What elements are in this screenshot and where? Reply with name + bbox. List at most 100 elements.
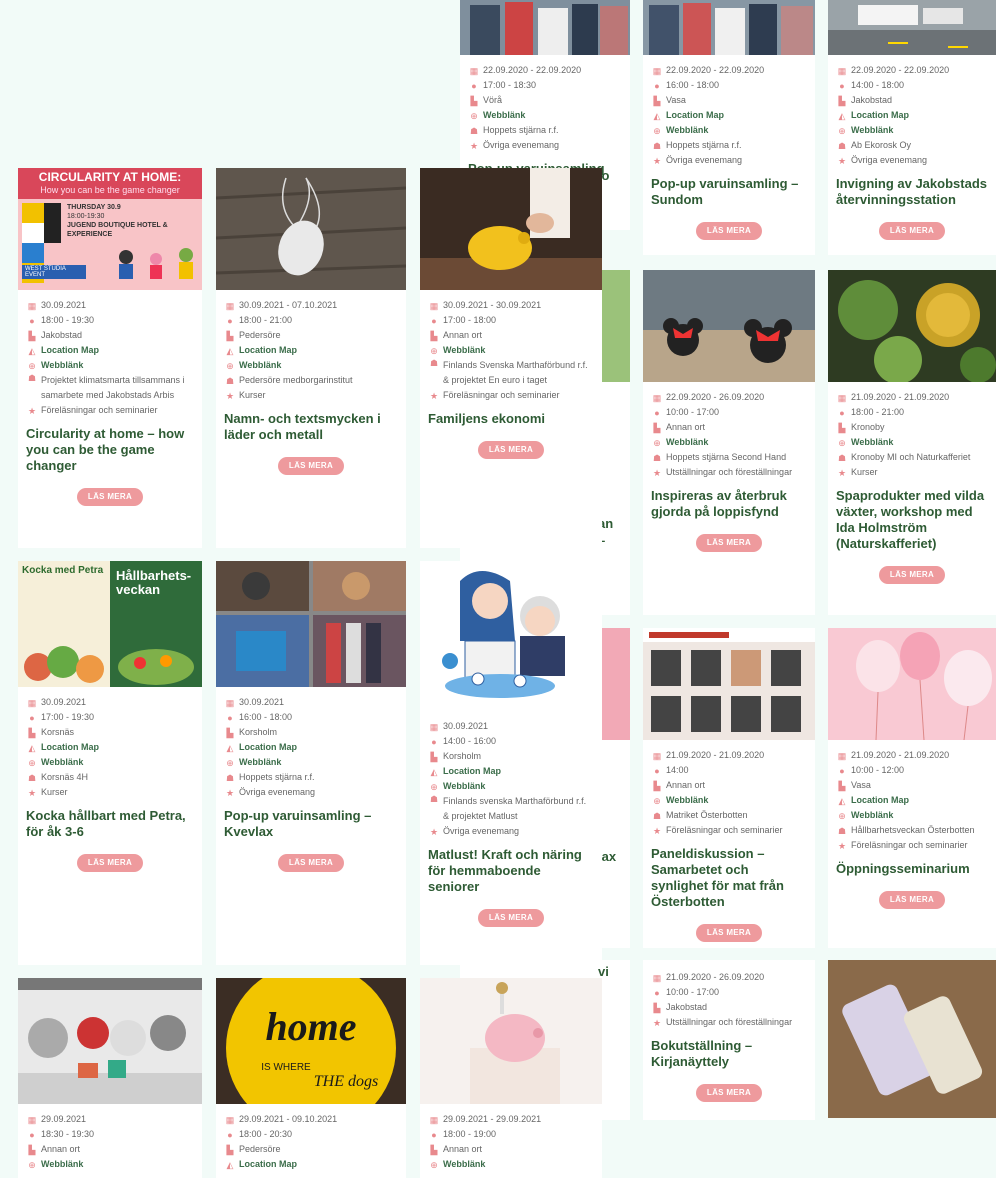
event-location-map[interactable]: ◭ Location Map — [224, 1157, 398, 1172]
clock-icon: ● — [431, 736, 437, 747]
poster-tag: WEST STUDIA EVENT — [22, 265, 87, 279]
event-title[interactable]: Pop-up varuinsamling – Kvevlax — [224, 808, 398, 840]
event-image — [420, 978, 602, 1104]
users-icon: ☗ — [429, 358, 439, 368]
map-icon: ◭ — [226, 1159, 234, 1170]
event-web-link[interactable]: ⊕ Webblänk — [428, 343, 594, 358]
event-time: ● 16:00 - 18:00 — [224, 710, 398, 725]
event-web-link[interactable]: ⊕ Webblänk — [428, 779, 594, 794]
event-web-link[interactable]: ⊕ Webblänk — [224, 358, 398, 373]
event-organizer: ☗ Korsnäs 4H — [27, 772, 89, 783]
event-card[interactable]: ▦ 29.09.2021 ● 18:30 - 19:30 ▙ Annan ort ⊕ W… — [18, 978, 202, 1178]
event-web-link[interactable]: ⊕ Webblänk — [224, 755, 398, 770]
read-more-button[interactable]: LÄS MERA — [77, 488, 143, 506]
read-more-button[interactable]: LÄS MERA — [278, 854, 344, 872]
map-icon: ◭ — [226, 345, 234, 356]
calendar-icon: ▦ — [27, 697, 37, 708]
event-date: ▦ 30.09.2021 — [225, 697, 285, 708]
event-location-map[interactable]: ◭ Location Map — [26, 740, 194, 755]
sign-text-small: IS WHERE — [261, 1062, 311, 1073]
event-card[interactable]: CIRCULARITY AT HOME: How you can be the … — [18, 168, 202, 548]
event-date: ▦ 30.09.2021 - 07.10.2021 — [225, 300, 338, 311]
event-category: ★ Kurser — [27, 787, 68, 798]
event-organizer: ☗ Pedersöre medborgarinstitut — [225, 375, 353, 386]
star-icon: ★ — [429, 390, 439, 401]
event-place: ▙ Pedersöre — [224, 1142, 398, 1157]
city-icon: ▙ — [28, 727, 36, 738]
city-icon: ▙ — [226, 330, 234, 341]
event-web-link[interactable]: ⊕ Webblänk — [26, 1157, 194, 1172]
event-organizer: ☗ Hoppets stjärna r.f. — [225, 772, 315, 783]
event-title[interactable]: Familjens ekonomi — [428, 411, 594, 427]
event-card[interactable]: ▦ 30.09.2021 - 07.10.2021 ● 18:00 - 21:00 … — [216, 168, 406, 548]
read-more-button[interactable]: LÄS MERA — [77, 854, 143, 872]
clock-icon: ● — [431, 315, 437, 326]
event-card[interactable]: ▦ 30.09.2021 ● 14:00 - 16:00 ▙ Korsholm ◭ Lo… — [420, 561, 602, 965]
event-organizer: ☗ Finlands svenska Marthaförbund r.f. & p… — [429, 794, 587, 821]
front-event-grid: CIRCULARITY AT HOME: How you can be the … — [0, 0, 996, 1178]
cooking-poster-right: Hållbarhets-veckan — [110, 561, 202, 687]
clock-icon: ● — [29, 712, 35, 723]
event-card[interactable]: ▦ 30.09.2021 ● 16:00 - 18:00 ▙ Korsholm ◭ Lo… — [216, 561, 406, 965]
event-place: ▙ Jakobstad — [26, 328, 194, 343]
calendar-icon: ▦ — [429, 721, 439, 732]
read-more-button[interactable]: LÄS MERA — [478, 441, 544, 459]
event-image: Kocka med Petra Hållbarhets-veckan — [18, 561, 202, 687]
spoon-necklace-photo — [216, 168, 406, 290]
users-icon: ☗ — [429, 794, 439, 804]
event-title[interactable]: Namn- och textsmycken i läder och metall — [224, 411, 398, 443]
piggy-bank-hand-photo — [420, 168, 602, 290]
event-location-map[interactable]: ◭ Location Map — [428, 764, 594, 779]
event-image — [420, 168, 602, 290]
event-title[interactable]: Circularity at home – how you can be the… — [26, 426, 194, 474]
event-card[interactable]: home IS WHERE THE dogs ▦ 29.09.2021 - 09.10… — [216, 978, 406, 1178]
event-card[interactable]: Kocka med Petra Hållbarhets-veckan ▦ 30.0… — [18, 561, 202, 965]
event-time: ● 18:30 - 19:30 — [26, 1127, 194, 1142]
event-title[interactable]: Matlust! Kraft och näring för hemmaboend… — [428, 847, 594, 895]
users-icon: ☗ — [225, 772, 235, 783]
globe-icon: ⊕ — [226, 757, 234, 768]
clock-icon: ● — [227, 712, 233, 723]
event-image — [216, 561, 406, 687]
event-place: ▙ Korsholm — [224, 725, 398, 740]
event-image — [420, 561, 602, 711]
event-location-map[interactable]: ◭ Location Map — [224, 740, 398, 755]
event-card[interactable]: ▦ 30.09.2021 - 30.09.2021 ● 17:00 - 18:00 … — [420, 168, 602, 548]
event-time: ● 14:00 - 16:00 — [428, 734, 594, 749]
star-icon: ★ — [27, 405, 37, 416]
calendar-icon: ▦ — [429, 1114, 439, 1125]
event-organizer: ☗ Finlands Svenska Marthaförbund r.f. & p… — [429, 358, 588, 385]
read-more-button[interactable]: LÄS MERA — [478, 909, 544, 927]
event-location-map[interactable]: ◭ Location Map — [26, 343, 194, 358]
second-hand-collage-photo — [216, 561, 406, 687]
event-place: ▙ Korsholm — [428, 749, 594, 764]
read-more-button[interactable]: LÄS MERA — [278, 457, 344, 475]
globe-icon: ⊕ — [430, 345, 438, 356]
event-location-map[interactable]: ◭ Location Map — [224, 343, 398, 358]
map-icon: ◭ — [28, 742, 36, 753]
event-title[interactable]: Kocka hållbart med Petra, för åk 3-6 — [26, 808, 194, 840]
star-icon: ★ — [27, 787, 37, 798]
event-date: ▦ 30.09.2021 — [27, 697, 87, 708]
city-icon: ▙ — [430, 330, 438, 341]
clock-icon: ● — [29, 1129, 35, 1140]
star-icon: ★ — [225, 787, 235, 798]
city-icon: ▙ — [226, 727, 234, 738]
poster-headline: CIRCULARITY AT HOME: — [18, 168, 202, 183]
event-date: ▦ 29.09.2021 - 09.10.2021 — [225, 1114, 338, 1125]
event-time: ● 17:00 - 19:30 — [26, 710, 194, 725]
city-icon: ▙ — [430, 1144, 438, 1155]
poster-hours: 18:00-19:30 — [67, 213, 105, 220]
event-web-link[interactable]: ⊕ Webblänk — [26, 755, 194, 770]
event-time: ● 18:00 - 19:30 — [26, 313, 194, 328]
calendar-icon: ▦ — [429, 300, 439, 311]
event-web-link[interactable]: ⊕ Webblänk — [428, 1157, 594, 1172]
event-date: ▦ 29.09.2021 - 29.09.2021 — [429, 1114, 542, 1125]
seniors-illustration — [420, 561, 602, 711]
event-web-link[interactable]: ⊕ Webblänk — [26, 358, 194, 373]
map-icon: ◭ — [430, 766, 438, 777]
piggy-bank-coin-photo — [420, 978, 602, 1104]
users-icon: ☗ — [27, 772, 37, 783]
event-card[interactable]: ▦ 29.09.2021 - 29.09.2021 ● 18:00 - 19:00 … — [420, 978, 602, 1178]
event-place: ▙ Korsnäs — [26, 725, 194, 740]
